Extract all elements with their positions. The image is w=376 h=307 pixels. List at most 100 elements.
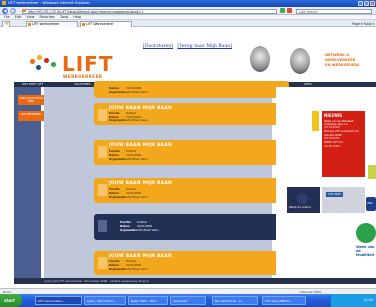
job-card-title: JOUW BAAN MIJN BAAN — [109, 181, 173, 186]
logo-dot — [36, 65, 41, 70]
job-card[interactable]: JOUW BAAN MIJN BAAN Functie Tooltoer Datu… — [94, 251, 289, 275]
video-box[interactable]: Bekijk de video's — [287, 187, 320, 213]
job-card-row: OrganisatieLifte Bleek Vakrs — [120, 229, 159, 232]
taskbar-button[interactable]: Naam Werk - Micr... — [128, 296, 168, 305]
news-panel: NIEUWS Week van de Mobiliteit vrijwillig… — [322, 111, 365, 177]
job-card-thumbnail — [98, 257, 107, 269]
search-input[interactable]: Live Search — [296, 8, 372, 14]
news-date: (20-09-2008) — [324, 125, 340, 129]
menu-favorites[interactable]: Favorites — [40, 15, 55, 19]
job-card-row: OrganisatieLifte Bleek Vakrs — [109, 158, 148, 161]
news-title: NIEUWS — [324, 113, 343, 118]
refresh-icon[interactable] — [280, 8, 285, 13]
taskbar: start LIFT werkverkeer... Inbox - Micros… — [0, 294, 376, 307]
mobility-line: Mobiliteit — [356, 253, 375, 258]
video-label: Bekijk de video's — [289, 206, 311, 209]
window-title: LIFT werkverkeer - Windows Internet Expl… — [8, 1, 90, 5]
find-job-button[interactable]: ZOEK JOUW BAAN HIER — [18, 95, 44, 105]
back-button[interactable]: ◀ — [2, 8, 8, 14]
job-card-row: Datum 01/01/2008 — [109, 264, 141, 267]
job-card[interactable]: JOUW BAAN MIJN BAAN Functie Tooltoer Datu… — [94, 178, 289, 203]
tagline: NETWERK & WERKVERKEER EN WERKGEVERS — [325, 53, 360, 68]
job-card-row: OrganisatieLifte Bleek Vakrs — [109, 196, 148, 199]
window-titlebar[interactable]: LIFT werkverkeer - Windows Internet Expl… — [0, 0, 376, 7]
lift-logo[interactable]: LIFT WERKVERKEER — [22, 49, 132, 85]
mobility-week-text[interactable]: Week van de Mobiliteit — [356, 245, 376, 258]
job-card-thumbnail — [98, 109, 107, 121]
page-footer: Copyright LIFT werkverkeer. 26 oktober 2… — [14, 278, 376, 284]
poolmembers-button[interactable]: POOLMEMBERS — [18, 111, 44, 121]
job-card-title: JOUW BAAN MIJN BAAN — [109, 143, 173, 148]
mobility-week-logo[interactable] — [356, 223, 376, 243]
top-links: [Doorsturen] [Terug naar Mijn Baan] — [143, 44, 232, 49]
logo-dot — [30, 59, 35, 64]
highlight-badge — [312, 111, 319, 131]
job-card-thumbnail — [98, 146, 107, 158]
mobility-line: Week van de — [356, 245, 375, 254]
menu-help[interactable]: Help — [73, 15, 81, 19]
page-content: [Doorsturen] [Terug naar Mijn Baan] LIFT… — [0, 27, 376, 288]
close-button[interactable]: × — [370, 1, 375, 6]
job-card[interactable]: Datum 01/01/2008 OrganisatieLifte Bleek V… — [94, 81, 289, 98]
avatar-photo — [290, 48, 310, 74]
job-card-row: Datum 01/01/2008 — [109, 87, 141, 90]
job-card-title: JOUW BAAN MIJN BAAN — [109, 106, 173, 111]
clock[interactable]: 12:45 — [363, 294, 373, 307]
news-date: (20-09-2008) — [324, 136, 340, 140]
back-to-my-job-link[interactable]: [Terug naar Mijn Baan] — [177, 44, 232, 49]
forward-button[interactable]: ▶ — [10, 8, 16, 14]
forward-link[interactable]: [Doorsturen] — [143, 44, 173, 49]
job-card-row: Datum 01/01/2008 — [109, 154, 141, 157]
job-list: Datum 01/01/2008 OrganisatieLifte Bleek V… — [44, 81, 289, 278]
partner-tile[interactable] — [368, 165, 376, 179]
job-card-selected[interactable]: Functie Tooltoer Datum 01/01/2008 Organisa… — [94, 214, 289, 240]
page-favicon-icon — [23, 9, 26, 13]
job-card-row: Datum 01/01/2008 — [120, 225, 152, 228]
taskbar-button[interactable]: LIFT sites WEB Pll... — [262, 296, 306, 305]
address-bar: ◀ ▶ http://93.191.132.9/LIFT/Views/Defau… — [0, 7, 376, 15]
menu-tools[interactable]: Tools — [60, 15, 68, 19]
menu-file[interactable]: File — [4, 15, 10, 19]
tab-bar: ★ LIFT werkverkeer LIFT Werkverkeer Page… — [0, 20, 376, 27]
job-card-thumbnail — [98, 220, 107, 232]
tab-favicon-icon — [28, 23, 31, 26]
minimize-button[interactable]: _ — [358, 1, 363, 6]
logo-dot — [51, 62, 56, 67]
job-card-row: Datum 01/01/2008 — [109, 192, 141, 195]
job-card-row: OrganisatieLifte Bleek Vakrs — [109, 91, 148, 94]
video-side-panel — [322, 187, 365, 213]
ie-app-icon — [2, 1, 6, 5]
start-button[interactable]: start — [0, 294, 22, 307]
job-card-row: Functie Tooltoer — [120, 221, 148, 224]
taskbar-button[interactable]: Verkenner — [170, 296, 206, 305]
menu-edit[interactable]: Edit — [15, 15, 22, 19]
job-card-row: OrganisatieLifte Bleek Vakrs — [109, 268, 148, 271]
command-bar[interactable]: Page ▾ Tools ▾ — [352, 22, 374, 26]
job-card-title: JOUW BAAN MIJN BAAN — [109, 254, 173, 259]
address-input[interactable]: http://93.191.132.9/LIFT/Views/Default.a… — [22, 8, 277, 14]
taskbar-button[interactable]: Inbox - Microsoft O... — [84, 296, 126, 305]
tab-label: LIFT Werkverkeer — [86, 22, 114, 26]
job-card-row: Functie Tooltoer — [109, 188, 137, 191]
avatar-photo — [250, 46, 270, 72]
logo-text: LIFT — [62, 52, 114, 76]
maximize-button[interactable]: □ — [364, 1, 369, 6]
logo-dot — [37, 55, 42, 60]
stop-icon[interactable] — [287, 8, 292, 13]
job-card-thumbnail — [98, 184, 107, 196]
partner-logo-label: AWA — [367, 202, 373, 205]
menu-view[interactable]: View — [26, 15, 34, 19]
logo-subtitle: WERKVERKEER — [63, 74, 103, 79]
job-card-row: Functie Tooltoer — [109, 260, 137, 263]
taskbar-button[interactable]: Microsoft Excel - w... — [212, 296, 258, 305]
video-side-label[interactable]: CTB 2008 — [326, 192, 343, 197]
tagline-line: EN WERKGEVERS — [325, 63, 360, 67]
tab-favicon-icon — [82, 23, 85, 26]
tab-label: LIFT werkverkeer — [32, 22, 60, 26]
job-card[interactable]: JOUW BAAN MIJN BAAN Functie Tooltoer Datu… — [94, 103, 289, 125]
taskbar-button[interactable]: LIFT werkverkeer... — [35, 296, 82, 305]
play-icon[interactable] — [297, 193, 308, 204]
logo-dot — [44, 58, 49, 63]
job-card-row: OrganisatieLifte Bleek Vakrs — [109, 119, 148, 122]
job-card[interactable]: JOUW BAAN MIJN BAAN Functie Tooltoer Datu… — [94, 140, 289, 165]
